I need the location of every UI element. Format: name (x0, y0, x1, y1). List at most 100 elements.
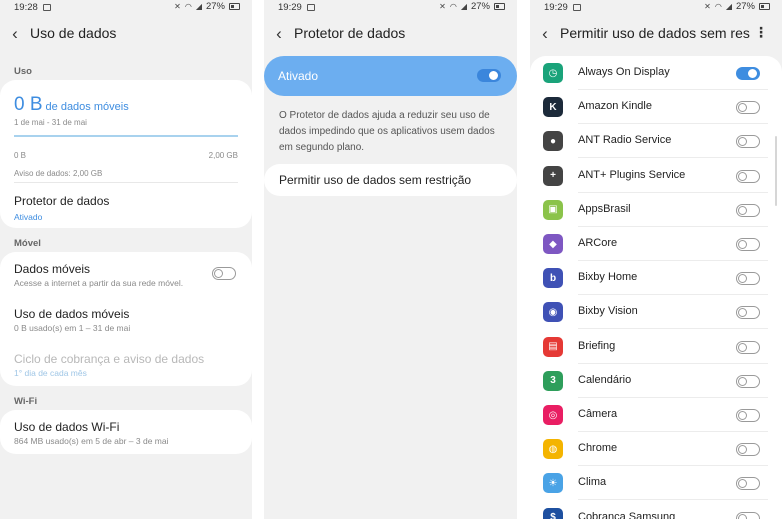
unrestricted-data-screen: 19:29 ✕ ◠ ◢ 27% ‹ Permitir uso de dados … (530, 0, 782, 519)
app-row[interactable]: 3 Calendário (530, 364, 782, 398)
wifi-icon: ◠ (184, 2, 192, 11)
gift-icon: ▣ (543, 199, 563, 220)
battery-percent: 27% (735, 1, 755, 12)
app-row[interactable]: + ANT+ Plugins Service (530, 159, 782, 193)
app-row[interactable]: ◆ ARCore (530, 227, 782, 261)
protetor-item[interactable]: Protetor de dados Ativado (0, 184, 252, 228)
section-label-uso: Uso (14, 66, 32, 77)
app-list: ◷ Always On Display K Amazon Kindle ● ANT Rad… (530, 56, 782, 519)
app-name: AppsBrasil (578, 202, 631, 215)
data-saver-screen: 19:29 ✕ ◠ ◢ 27% ‹ Protetor de dados Ativ… (264, 0, 517, 519)
ativado-label: Ativado (278, 69, 319, 83)
wifi-usage-subtitle: 864 MB usado(s) em 5 de abr – 3 de mai (14, 436, 169, 446)
app-name: Chrome (578, 442, 618, 455)
app-data-toggle[interactable] (736, 238, 760, 251)
mobile-usage-item[interactable]: Uso de dados móveis 0 B usado(s) em 1 – … (0, 297, 252, 341)
usage-max-label: 2,00 GB (208, 151, 238, 160)
app-name: Cobrança Samsung (578, 510, 676, 519)
more-options-icon[interactable]: ⋮ (754, 24, 768, 41)
usage-min-label: 0 B (14, 151, 27, 160)
data-warning-label: Aviso de dados: 2,00 GB (14, 169, 103, 178)
clock-icon: ◷ (543, 63, 563, 83)
back-arrow-icon[interactable]: ‹ (530, 25, 560, 42)
app-name: Bixby Home (578, 271, 638, 284)
app-row[interactable]: ◉ Bixby Vision (530, 295, 782, 330)
app-row[interactable]: ◍ Chrome (530, 432, 782, 467)
page-title: Uso de dados (30, 25, 117, 41)
app-name: Bixby Vision (578, 305, 638, 318)
usage-period: 1 de mai - 31 de mai (14, 118, 87, 127)
arcore-icon: ◆ (543, 234, 563, 254)
app-data-toggle[interactable] (736, 374, 760, 388)
app-row[interactable]: b Bixby Home (530, 261, 782, 296)
app-row[interactable]: ☀ Clima (530, 466, 782, 501)
bixby-home-icon: b (543, 268, 563, 289)
app-data-toggle[interactable] (736, 101, 760, 115)
battery-icon (229, 3, 240, 10)
app-name: ANT Radio Service (578, 134, 672, 147)
mobile-data-toggle[interactable] (212, 267, 236, 280)
mobile-data-item[interactable]: Dados móveis Acesse a internet a partir … (0, 252, 252, 296)
signal-icon: ◢ (195, 2, 202, 11)
app-name: Câmera (578, 408, 618, 420)
mobile-card: Dados móveis Acesse a internet a partir … (0, 252, 252, 386)
billing-cycle-item: Ciclo de cobrança e aviso de dados 1° di… (0, 342, 252, 386)
app-row[interactable]: $ Cobrança Samsung (530, 501, 782, 519)
data-usage-screen: 19:28 ✕ ◠ ◢ 27% ‹ Uso de dados Uso 0 Bde… (0, 0, 252, 519)
signal-icon: ◢ (725, 2, 732, 11)
status-time: 19:29 (544, 2, 568, 13)
battery-icon (759, 3, 770, 10)
usage-card: 0 Bde dados móveis 1 de mai - 31 de mai … (0, 80, 252, 228)
battery-percent: 27% (205, 1, 225, 12)
chrome-icon: ◍ (543, 439, 563, 460)
app-row[interactable]: ● ANT Radio Service (530, 124, 782, 159)
app-data-toggle[interactable] (736, 169, 760, 183)
ant-plugins-icon: + (543, 165, 563, 186)
wifi-usage-title: Uso de dados Wi-Fi (14, 420, 120, 434)
app-row[interactable]: ▤ Briefing (530, 330, 782, 364)
data-saver-description: O Protetor de dados ajuda a reduzir seu … (279, 110, 495, 153)
protetor-title: Protetor de dados (14, 194, 110, 208)
app-name: Calendário (578, 373, 632, 386)
status-bar: 19:28 ✕ ◠ ◢ 27% (0, 0, 252, 16)
mute-icon: ✕ (439, 2, 446, 11)
section-label-movel: Móvel (14, 238, 41, 249)
ant-radio-icon: ● (543, 131, 563, 152)
wifi-card[interactable]: Uso de dados Wi-Fi 864 MB usado(s) em 5 … (0, 410, 252, 454)
briefing-icon: ▤ (543, 336, 563, 357)
app-data-toggle[interactable] (736, 203, 760, 217)
back-arrow-icon[interactable]: ‹ (0, 25, 30, 42)
status-time: 19:28 (14, 2, 38, 13)
mobile-data-subtitle: Acesse a internet a partir da sua rede m… (14, 278, 184, 288)
app-row[interactable]: ◎ Câmera (530, 398, 782, 432)
back-arrow-icon[interactable]: ‹ (264, 25, 294, 42)
status-bar: 19:29 ✕ ◠ ◢ 27% (264, 0, 517, 16)
signal-icon: ◢ (460, 2, 467, 11)
app-data-toggle[interactable] (736, 272, 760, 286)
app-row[interactable]: K Amazon Kindle (530, 90, 782, 125)
app-row[interactable]: ◷ Always On Display (530, 56, 782, 90)
mobile-usage-subtitle: 0 B usado(s) em 1 – 31 de mai (14, 323, 131, 333)
weather-icon: ☀ (543, 473, 563, 494)
mobile-usage-title: Uso de dados móveis (14, 307, 130, 321)
app-data-toggle[interactable] (736, 135, 760, 149)
app-data-toggle[interactable] (736, 409, 760, 422)
app-data-toggle[interactable] (736, 443, 760, 457)
app-row[interactable]: ▣ AppsBrasil (530, 193, 782, 227)
mute-icon: ✕ (174, 2, 181, 11)
camera-icon: ◎ (543, 405, 563, 425)
app-data-toggle[interactable] (736, 306, 760, 320)
app-data-toggle[interactable] (736, 340, 760, 354)
app-data-toggle[interactable] (736, 67, 760, 80)
status-bar: 19:29 ✕ ◠ ◢ 27% (530, 0, 782, 16)
battery-icon (494, 3, 505, 10)
app-name: Always On Display (578, 66, 670, 78)
unrestricted-data-item[interactable]: Permitir uso de dados sem restrição (264, 164, 517, 196)
unrestricted-data-label: Permitir uso de dados sem restrição (279, 173, 472, 187)
samsung-pay-icon: $ (543, 507, 563, 519)
app-data-toggle[interactable] (736, 511, 760, 519)
data-saver-toggle[interactable] (477, 69, 501, 82)
protetor-status: Ativado (14, 212, 43, 222)
data-saver-master-switch[interactable]: Ativado (264, 56, 517, 96)
app-data-toggle[interactable] (736, 477, 760, 491)
